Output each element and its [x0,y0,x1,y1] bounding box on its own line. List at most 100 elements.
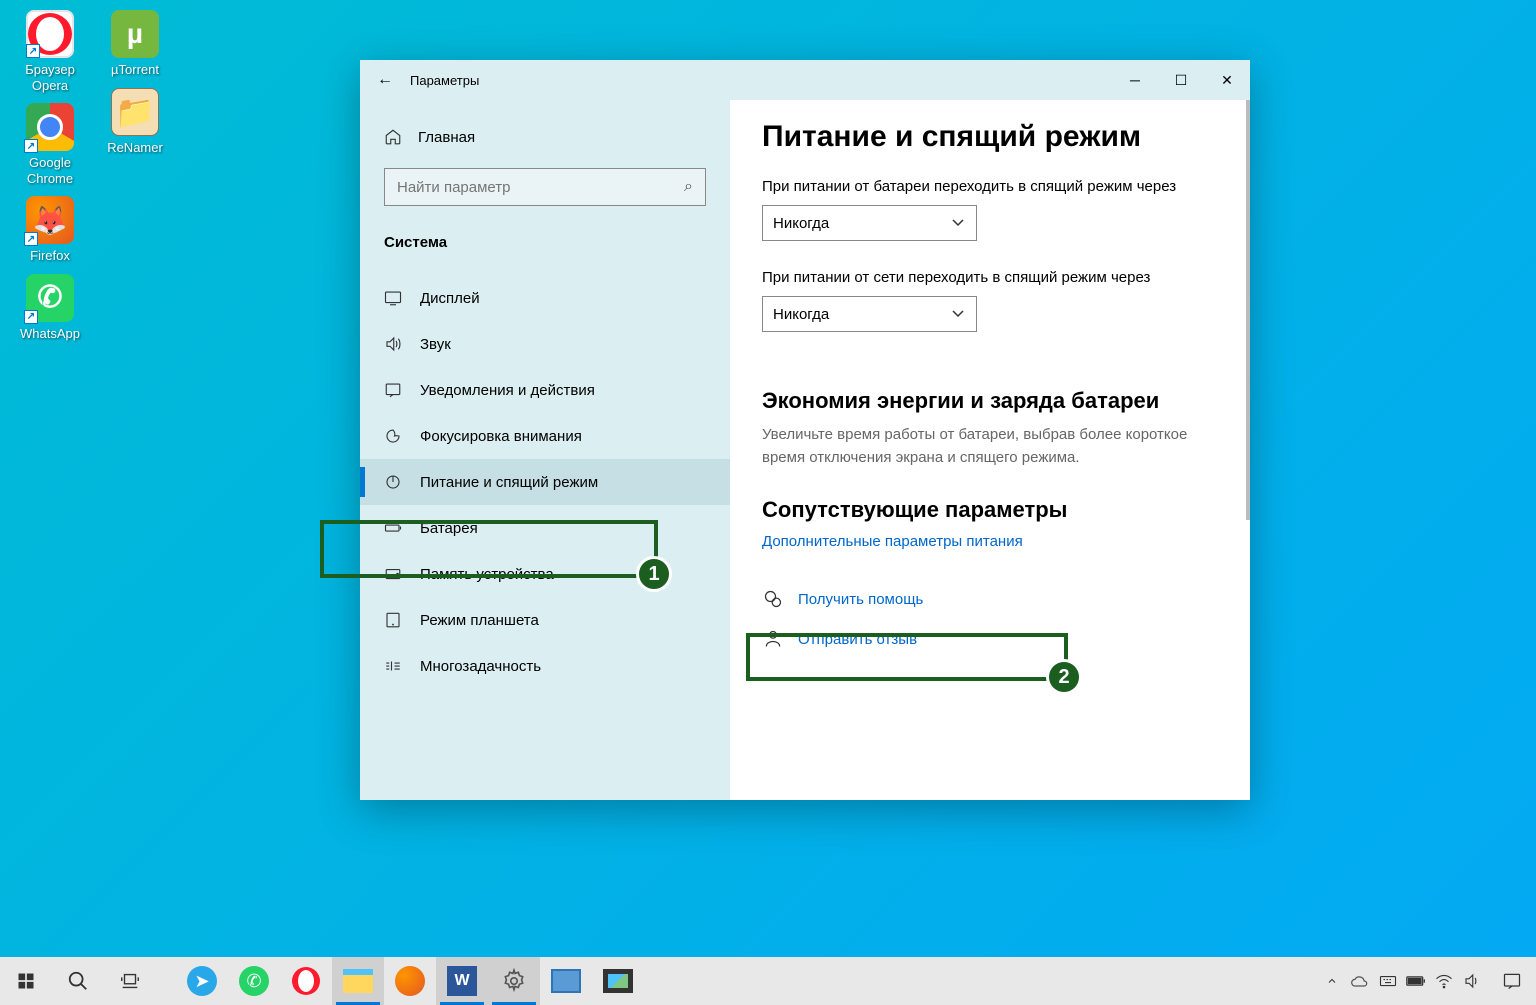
section-label: Система [360,226,730,259]
battery-icon [384,519,402,537]
search-input[interactable] [397,179,684,196]
opera-icon [292,967,320,995]
desktop-icon-whatsapp[interactable]: ↗ WhatsApp [10,274,90,342]
tray-chevron[interactable] [1318,957,1346,1005]
battery-sleep-select[interactable]: Никогда [762,205,977,241]
firefox-icon: ↗ [26,196,74,244]
taskbar: ➤ ✆ W [0,957,1536,1005]
titlebar: ← Параметры ─ ☐ ✕ [360,60,1250,100]
taskbar-explorer[interactable] [332,957,384,1005]
opera-icon: ↗ [26,10,74,58]
renamer-icon [111,88,159,136]
sound-icon [384,335,402,353]
taskbar-settings[interactable] [488,957,540,1005]
taskbar-firefox[interactable] [384,957,436,1005]
desktop-icon-renamer[interactable]: ReNamer [95,88,175,156]
nav-tablet[interactable]: Режим планшета [360,597,730,643]
link-text: Отправить отзыв [798,631,917,648]
minimize-button[interactable]: ─ [1112,60,1158,100]
nav-battery[interactable]: Батарея [360,505,730,551]
whatsapp-icon: ↗ [26,274,74,322]
task-view-button[interactable] [104,957,156,1005]
link-text: Дополнительные параметры питания [762,533,1023,550]
nav-focus[interactable]: Фокусировка внимания [360,413,730,459]
system-tray [1318,957,1488,1005]
get-help-link[interactable]: Получить помощь [762,588,1218,610]
home-label: Главная [418,129,475,146]
nav-label: Звук [420,336,451,353]
desktop-icon-label: Браузер Opera [25,62,75,93]
search-button[interactable] [52,957,104,1005]
nav-label: Уведомления и действия [420,382,595,399]
storage-icon [384,565,402,583]
telegram-icon: ➤ [187,966,217,996]
chrome-icon: ↗ [26,103,74,151]
nav-label: Память устройства [420,566,554,583]
desktop-icon-label: Google Chrome [27,155,73,186]
help-icon [762,588,784,610]
nav-label: Режим планшета [420,612,539,629]
tray-input[interactable] [1374,957,1402,1005]
desktop-icon-firefox[interactable]: ↗ Firefox [10,196,90,264]
battery-sleep-label: При питании от батареи переходить в спящ… [762,178,1218,195]
notifications-icon [1502,971,1522,991]
taskbar-photos[interactable] [592,957,644,1005]
nav-label: Дисплей [420,290,480,307]
home-button[interactable]: Главная [360,120,730,154]
volume-icon [1463,972,1481,990]
plugged-sleep-select[interactable]: Никогда [762,296,977,332]
maximize-button[interactable]: ☐ [1158,60,1204,100]
content-pane: Питание и спящий режим При питании от ба… [730,100,1250,800]
taskbar-telegram[interactable]: ➤ [176,957,228,1005]
power-icon [384,473,402,491]
photos-icon [603,969,633,993]
search-box[interactable]: ⌕ [384,168,706,206]
wifi-icon [1435,972,1453,990]
taskbar-word[interactable]: W [436,957,488,1005]
display-icon [384,289,402,307]
app-icon [551,969,581,993]
nav-notifications[interactable]: Уведомления и действия [360,367,730,413]
close-button[interactable]: ✕ [1204,60,1250,100]
taskbar-opera[interactable] [280,957,332,1005]
desktop-icon-label: ReNamer [107,140,163,156]
back-button[interactable]: ← [360,71,410,89]
tray-onedrive[interactable] [1346,957,1374,1005]
send-feedback-link[interactable]: Отправить отзыв [762,628,1218,650]
plugged-sleep-label: При питании от сети переходить в спящий … [762,269,1218,286]
tray-battery[interactable] [1402,957,1430,1005]
notifications-button[interactable] [1488,957,1536,1005]
desktop-icon-label: Firefox [30,248,70,264]
nav-storage[interactable]: Память устройства [360,551,730,597]
keyboard-icon [1379,972,1397,990]
search-icon: ⌕ [684,178,693,196]
scrollbar[interactable] [1246,100,1250,520]
desktop-icon-utorrent[interactable]: µ µTorrent [95,10,175,78]
nav-display[interactable]: Дисплей [360,275,730,321]
tray-wifi[interactable] [1430,957,1458,1005]
desktop-icon-label: WhatsApp [20,326,80,342]
saver-heading: Экономия энергии и заряда батареи [762,388,1218,414]
desktop-icon-chrome[interactable]: ↗ Google Chrome [10,103,90,186]
windows-icon [16,971,36,991]
desktop-icon-label: µTorrent [111,62,159,78]
window-title: Параметры [410,73,1112,88]
taskbar-whatsapp[interactable]: ✆ [228,957,280,1005]
gear-icon [501,968,527,994]
nav-sound[interactable]: Звук [360,321,730,367]
page-heading: Питание и спящий режим [762,120,1218,154]
multitask-icon [384,657,402,675]
link-text: Получить помощь [798,591,923,608]
chevron-up-icon [1326,975,1338,987]
tray-volume[interactable] [1458,957,1486,1005]
additional-power-link[interactable]: Дополнительные параметры питания [762,533,1218,550]
sidebar: Главная ⌕ Система Дисплей Звук Уведомлен… [360,100,730,800]
nav-multitask[interactable]: Многозадачность [360,643,730,689]
nav-power[interactable]: Питание и спящий режим [360,459,730,505]
start-button[interactable] [0,957,52,1005]
desktop-icon-opera[interactable]: ↗ Браузер Opera [10,10,90,93]
nav-label: Питание и спящий режим [420,474,598,491]
search-icon [67,970,89,992]
taskbar-app[interactable] [540,957,592,1005]
utorrent-icon: µ [111,10,159,58]
